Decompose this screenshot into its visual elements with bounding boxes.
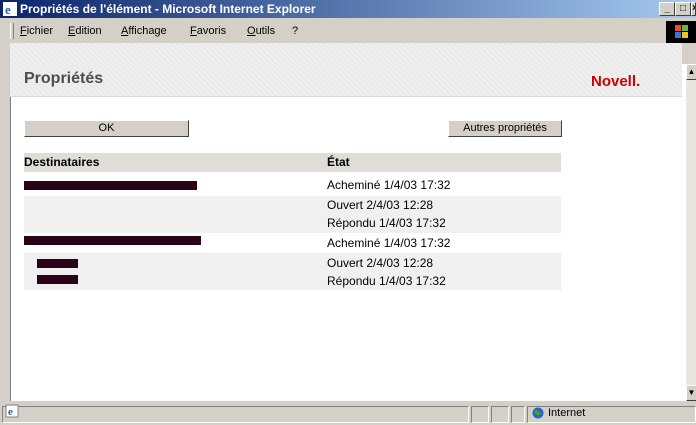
status-text: Ouvert 2/4/03 12:28 [327,198,434,212]
menu-grip[interactable] [10,23,14,39]
redacted-recipient [37,259,78,268]
svg-text:e: e [8,406,13,418]
more-properties-button[interactable]: Autres propriétés [448,120,562,137]
column-header-status: État [327,155,350,169]
vertical-scrollbar[interactable] [686,64,696,401]
status-text: Ouvert 2/4/03 12:28 [327,256,434,270]
table-header [24,153,561,172]
scroll-down-button[interactable]: ▼ [686,385,696,401]
status-pane [491,406,509,423]
status-bar [0,403,696,425]
menu-favoris[interactable]: Favoris [190,25,226,37]
redacted-recipient [24,236,201,245]
status-pane [471,406,489,423]
column-header-recipients: Destinataires [24,155,100,169]
status-pane-main [2,406,469,423]
scroll-up-button[interactable]: ▲ [686,64,696,80]
page-title: Propriétés [24,70,104,87]
security-zone-label: Internet [548,407,586,419]
internet-explorer-icon: e [3,2,17,16]
menu-fichier[interactable]: Fichier [20,25,53,37]
minimize-button[interactable]: _ [659,2,675,16]
menu-edition[interactable]: Edition [68,25,102,37]
internet-zone-globe-icon [532,407,544,419]
ie-window: e Propriétés de l'élément - Microsoft In… [0,0,696,425]
svg-text:e: e [5,2,11,16]
ok-button[interactable]: OK [24,120,189,137]
page-done-icon: e [5,404,19,418]
windows-flag-icon [675,25,688,38]
novell-logo: Novell. [591,73,641,90]
status-pane [511,406,525,423]
header-divider [10,96,682,97]
status-text: Acheminé 1/4/03 17:32 [327,236,451,250]
title-bar[interactable]: e Propriétés de l'élément - Microsoft In… [0,0,696,18]
menu-help[interactable]: ? [292,25,298,37]
status-text: Répondu 1/4/03 17:32 [327,274,446,288]
redacted-recipient [37,275,78,284]
table-row [24,253,561,290]
redacted-recipient [24,181,197,190]
maximize-button[interactable]: □ [675,2,691,16]
page-header-top [10,43,682,65]
table-row [24,196,561,233]
menu-affichage[interactable]: Affichage [121,25,167,37]
menu-outils[interactable]: Outils [247,25,275,37]
close-button[interactable]: × [691,2,696,16]
status-text: Répondu 1/4/03 17:32 [327,216,446,230]
menu-bar: Fichier Edition Affichage Favoris Outils… [0,20,696,42]
windows-throbber [666,21,696,43]
status-text: Acheminé 1/4/03 17:32 [327,178,451,192]
page-header [10,65,682,97]
window-title: Propriétés de l'élément - Microsoft Inte… [20,2,316,16]
